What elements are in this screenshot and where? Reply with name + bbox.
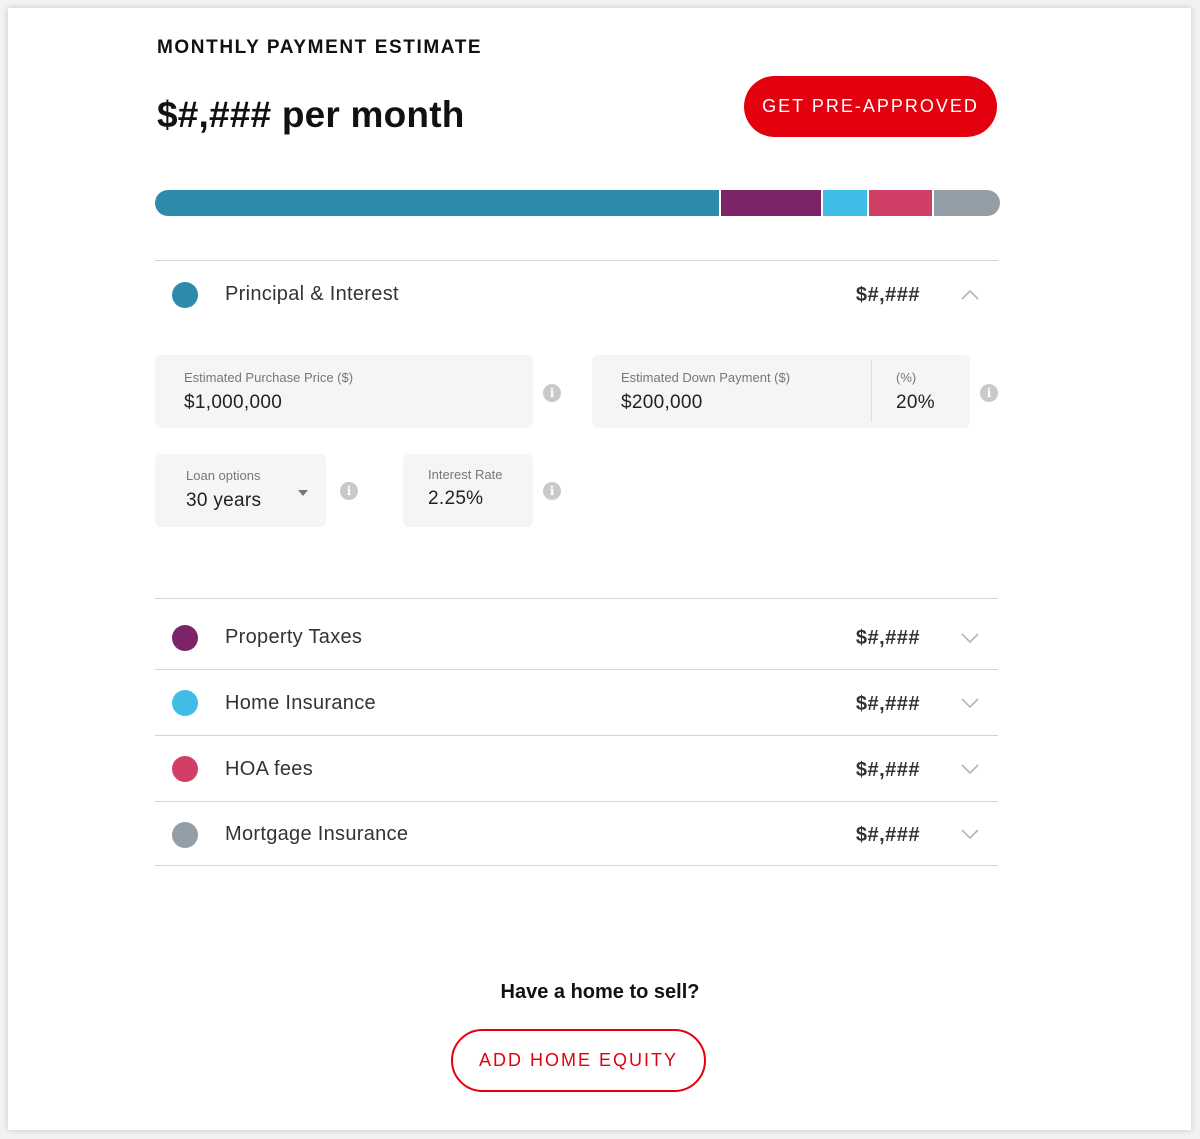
principal-interest-section: Principal & Interest $#,### Estimated Pu… (155, 260, 998, 598)
hoa-fees-amount: $#,### (855, 759, 920, 781)
breakdown-bar-segment-3 (869, 190, 935, 216)
hoa-fees-dot (172, 756, 198, 782)
interest-rate-field[interactable]: Interest Rate 2.25% (403, 454, 533, 527)
chevron-down-icon[interactable] (958, 761, 982, 777)
property-taxes-dot (172, 625, 198, 651)
info-icon[interactable]: i (980, 384, 998, 402)
chevron-down-icon[interactable] (958, 826, 982, 842)
chevron-down-icon[interactable] (958, 630, 982, 646)
home-insurance-dot (172, 690, 198, 716)
principal-interest-amount: $#,### (855, 284, 920, 306)
breakdown-bar-segment-1 (721, 190, 823, 216)
principal-interest-label: Principal & Interest (225, 283, 399, 305)
mortgage-insurance-dot (172, 822, 198, 848)
breakdown-row-property-taxes[interactable]: Property Taxes $#,### (155, 598, 998, 669)
purchase-price-value[interactable]: $1,000,000 (184, 392, 282, 414)
breakdown-bar-segment-2 (822, 190, 869, 216)
down-payment-percent-label: (%) (896, 370, 917, 385)
purchase-price-field[interactable]: Estimated Purchase Price ($) $1,000,000 (155, 355, 533, 428)
breakdown-row-mortgage-insurance[interactable]: Mortgage Insurance $#,### (155, 801, 998, 866)
property-taxes-label: Property Taxes (225, 626, 363, 648)
info-icon[interactable]: i (543, 482, 561, 500)
info-icon[interactable]: i (340, 482, 358, 500)
section-title: MONTHLY PAYMENT ESTIMATE (157, 37, 483, 58)
principal-interest-dot (172, 282, 198, 308)
property-taxes-amount: $#,### (855, 627, 920, 649)
loan-options-select[interactable]: Loan options 30 years (155, 454, 326, 527)
breakdown-row-home-insurance[interactable]: Home Insurance $#,### (155, 669, 998, 735)
add-home-equity-button[interactable]: ADD HOME EQUITY (451, 1029, 706, 1092)
chevron-up-icon[interactable] (958, 287, 982, 303)
breakdown-bar-segment-4 (934, 190, 1000, 216)
get-pre-approved-button[interactable]: GET PRE-APPROVED (744, 76, 997, 137)
mortgage-insurance-amount: $#,### (855, 824, 920, 846)
interest-rate-value[interactable]: 2.25% (428, 488, 483, 510)
loan-options-value[interactable]: 30 years (186, 490, 261, 512)
purchase-price-label: Estimated Purchase Price ($) (184, 370, 354, 385)
home-insurance-amount: $#,### (855, 693, 920, 715)
home-to-sell-heading: Have a home to sell? (500, 981, 700, 1003)
down-payment-label: Estimated Down Payment ($) (621, 370, 791, 385)
breakdown-row-hoa-fees[interactable]: HOA fees $#,### (155, 735, 998, 801)
payment-breakdown-bar (155, 190, 1000, 216)
chevron-down-icon[interactable] (958, 695, 982, 711)
down-payment-percent-value[interactable]: 20% (896, 392, 935, 414)
interest-rate-label: Interest Rate (428, 467, 503, 482)
breakdown-bar-segment-0 (155, 190, 722, 216)
loan-options-label: Loan options (186, 468, 261, 483)
hoa-fees-label: HOA fees (225, 758, 313, 780)
field-divider (871, 361, 872, 422)
down-payment-field[interactable]: Estimated Down Payment ($) $200,000 (%) … (592, 355, 970, 428)
down-payment-value[interactable]: $200,000 (621, 392, 703, 414)
mortgage-insurance-label: Mortgage Insurance (225, 823, 409, 845)
caret-down-icon[interactable] (297, 489, 309, 497)
monthly-estimate: $#,### per month (157, 94, 465, 135)
info-icon[interactable]: i (543, 384, 561, 402)
home-insurance-label: Home Insurance (225, 692, 376, 714)
